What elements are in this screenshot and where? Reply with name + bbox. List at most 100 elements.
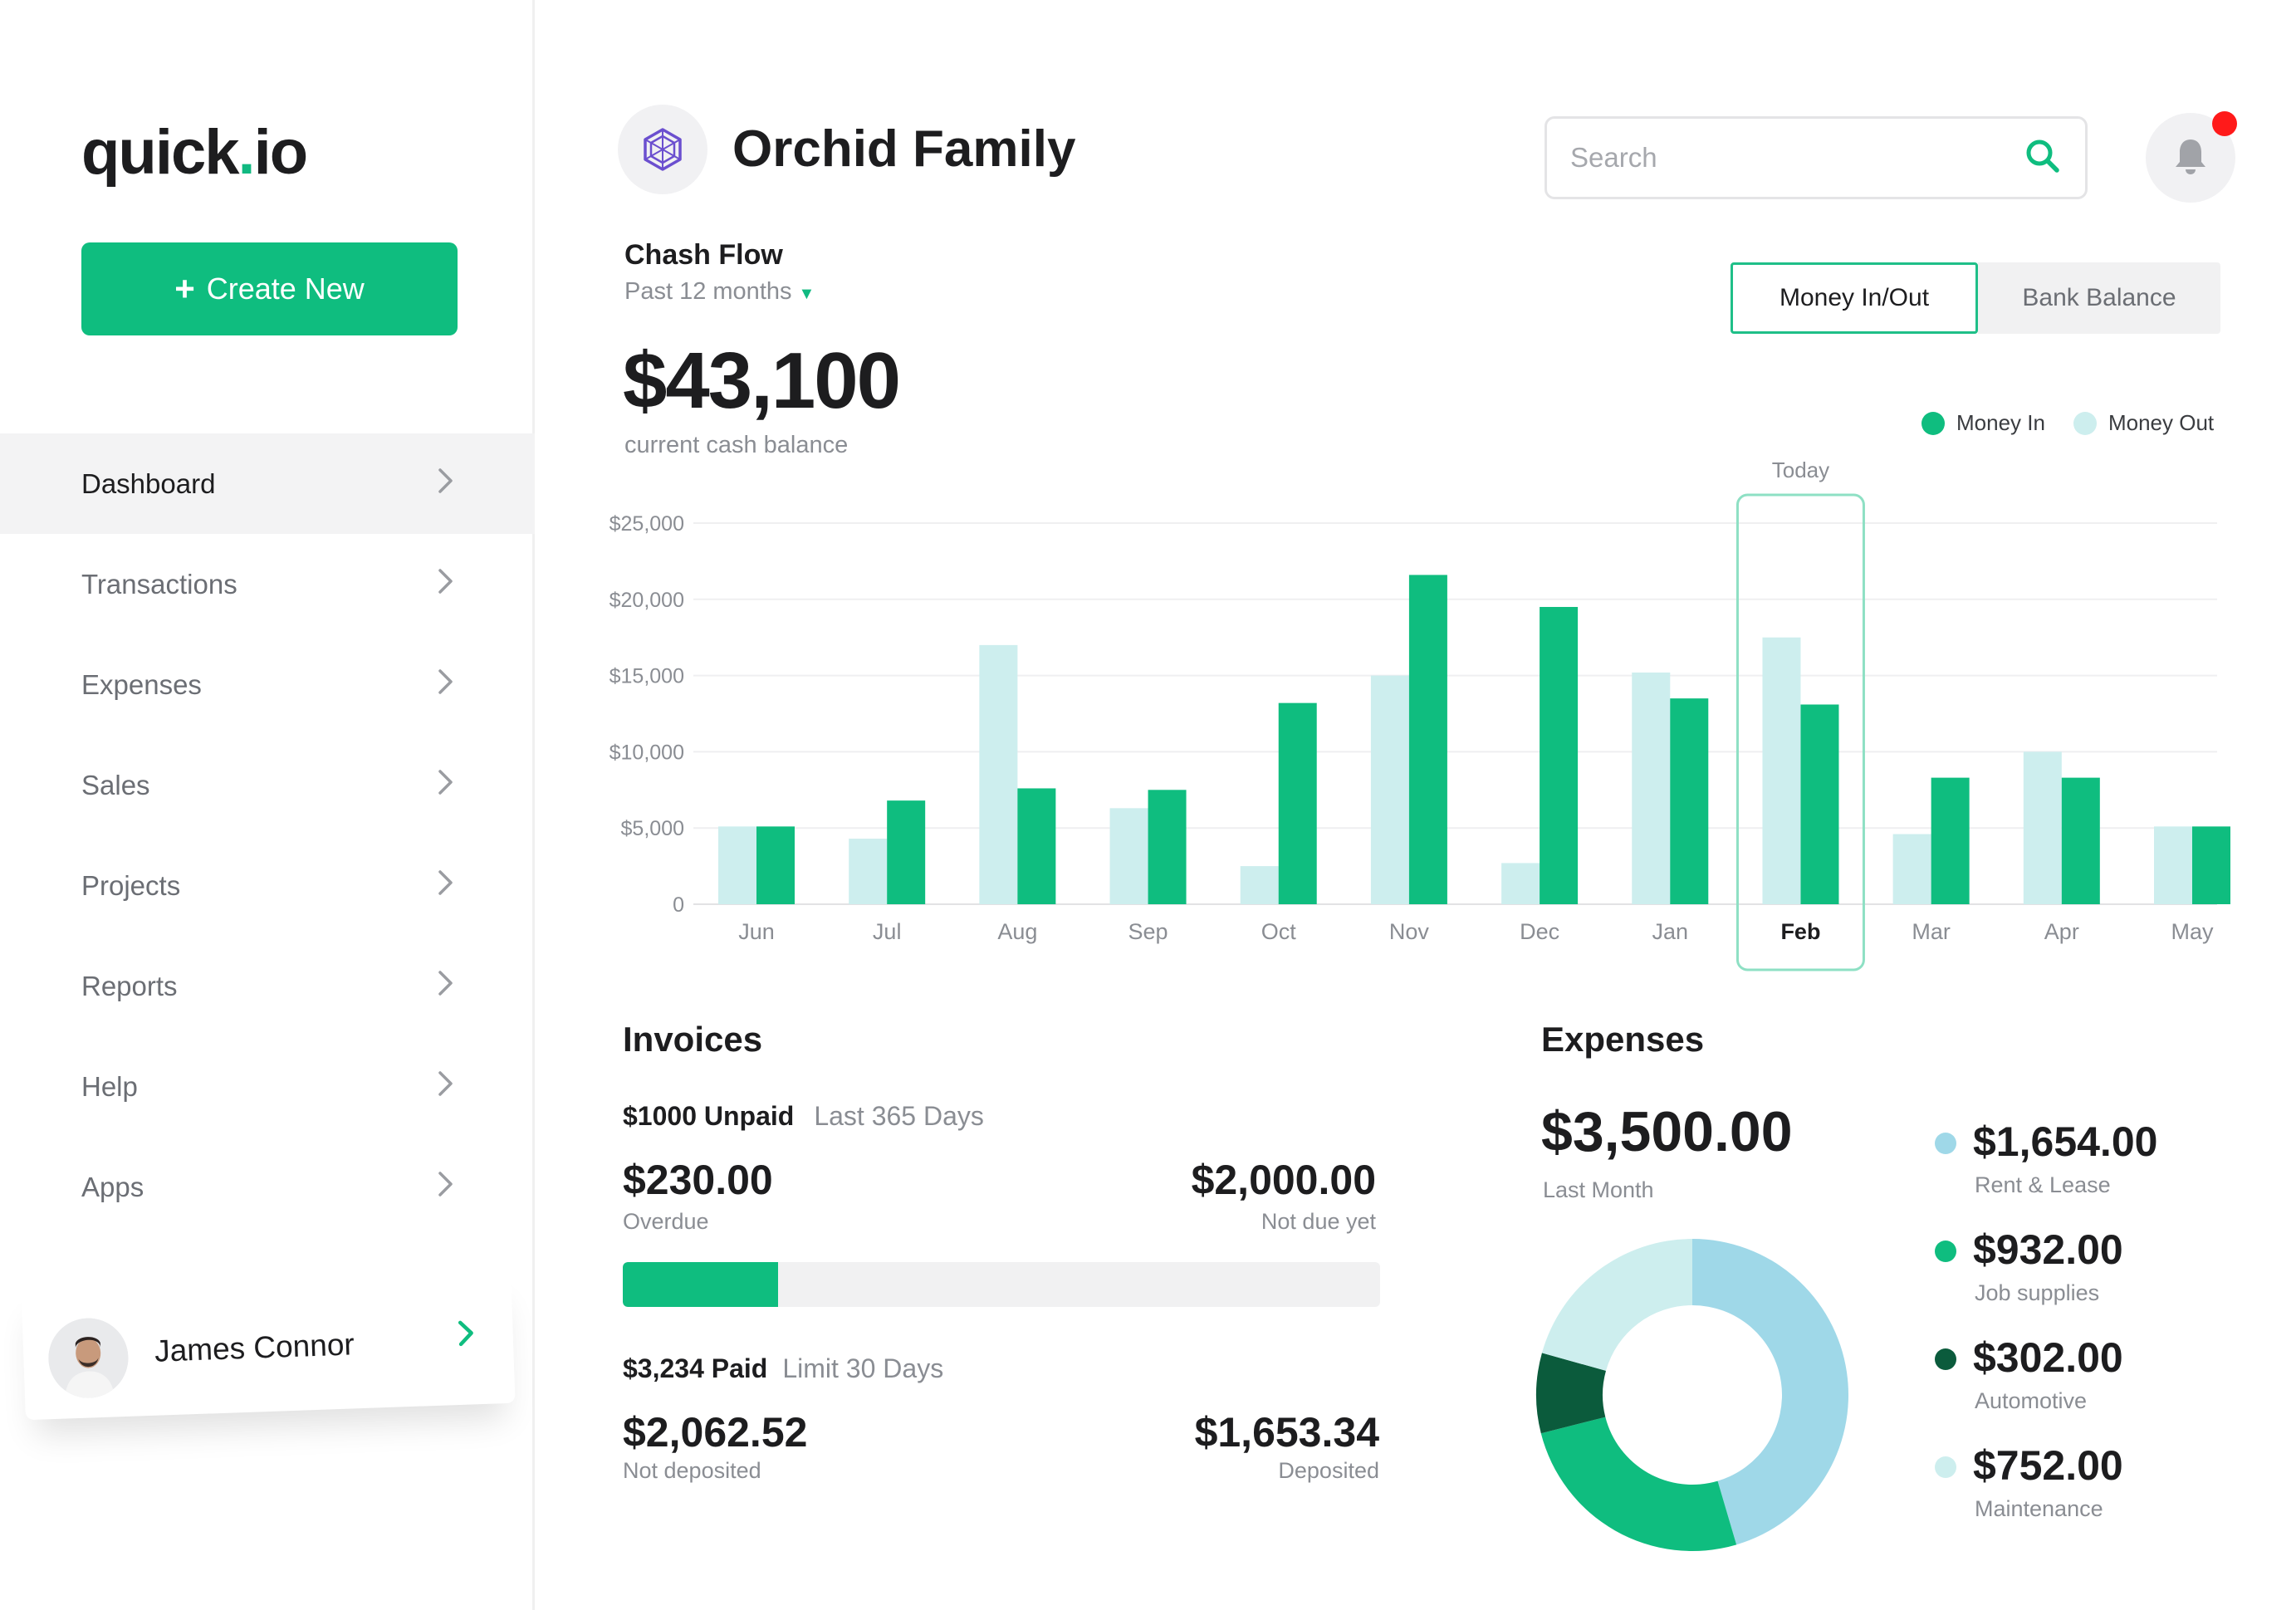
- sidebar-item-projects[interactable]: Projects: [0, 835, 535, 936]
- page-title: Orchid Family: [732, 120, 1076, 178]
- x-tick-label: Jun: [738, 919, 775, 944]
- legend-dot: [1935, 1241, 1956, 1262]
- sidebar-item-transactions[interactable]: Transactions: [0, 534, 535, 634]
- deposited-label: Deposited: [1278, 1458, 1379, 1483]
- bar-money-out: [979, 644, 1018, 904]
- legend-dot: [1935, 1133, 1956, 1154]
- overdue-amount: $230.00: [623, 1157, 773, 1203]
- sidebar-item-reports[interactable]: Reports: [0, 936, 535, 1036]
- not-due-amount: $2,000.00: [1191, 1157, 1376, 1203]
- period-dropdown[interactable]: Past 12 months ▼: [624, 278, 815, 306]
- create-new-button[interactable]: + Create New: [81, 242, 458, 335]
- bar-money-in: [887, 800, 926, 904]
- sidebar-item-label: Dashboard: [81, 467, 216, 499]
- bell-icon: [2172, 136, 2209, 180]
- legend-dot: [1935, 1348, 1956, 1370]
- x-tick-label: Apr: [2044, 919, 2079, 944]
- not-deposited-amount: $2,062.52: [623, 1409, 808, 1456]
- sidebar-item-label: Transactions: [81, 568, 237, 599]
- progress-fill: [623, 1262, 778, 1307]
- sidebar-nav: Dashboard Transactions Expenses Sales Pr…: [0, 433, 535, 1237]
- chart-legend: Money In Money Out: [1921, 410, 2214, 436]
- toggle-money-in-out[interactable]: Money In/Out: [1731, 262, 1978, 334]
- chevron-right-icon: [437, 869, 455, 903]
- bar-money-out: [1370, 675, 1409, 904]
- bar-money-out: [849, 839, 888, 904]
- legend-dot: [1935, 1456, 1956, 1478]
- x-tick-label: Aug: [997, 919, 1037, 944]
- legend-money-in: Money In: [1921, 410, 2045, 436]
- expenses-title: Expenses: [1541, 1020, 1705, 1059]
- chevron-right-icon: [437, 1069, 455, 1104]
- bar-money-in: [2192, 826, 2230, 904]
- search-icon[interactable]: [2024, 137, 2062, 179]
- paid-summary: $3,234 Paid Limit 30 Days: [623, 1353, 944, 1383]
- bar-money-in: [756, 826, 795, 904]
- sidebar-item-help[interactable]: Help: [0, 1036, 535, 1137]
- user-name: James Connor: [154, 1327, 355, 1368]
- bar-money-in: [1670, 698, 1709, 904]
- unpaid-summary: $1000 Unpaid Last 365 Days: [623, 1101, 984, 1131]
- sidebar-item-apps[interactable]: Apps: [0, 1137, 535, 1237]
- bar-money-out: [1892, 834, 1931, 904]
- sidebar-item-sales[interactable]: Sales: [0, 735, 535, 835]
- overdue-progress-bar: [623, 1262, 1380, 1307]
- bar-money-in: [1148, 790, 1187, 904]
- cashflow-title: Chash Flow: [624, 239, 783, 271]
- x-tick-label: Oct: [1261, 919, 1297, 944]
- chevron-right-icon: [437, 668, 455, 702]
- sidebar-item-label: Apps: [81, 1171, 144, 1202]
- expenses-total: $3,500.00: [1541, 1100, 1793, 1163]
- chevron-right-icon: [437, 1170, 455, 1205]
- chart-mode-toggle: Money In/Out Bank Balance: [1731, 262, 2220, 334]
- bar-money-out: [1762, 637, 1801, 904]
- bar-money-out: [718, 826, 756, 904]
- create-new-label: Create New: [206, 272, 365, 306]
- toggle-bank-balance[interactable]: Bank Balance: [1978, 262, 2220, 334]
- bar-money-in: [1931, 777, 1970, 904]
- bar-money-out: [1240, 866, 1279, 904]
- deposited-amount: $1,653.34: [1194, 1409, 1379, 1456]
- bar-money-out: [2023, 751, 2062, 904]
- expenses-caption: Last Month: [1543, 1177, 1654, 1202]
- cash-balance-amount: $43,100: [623, 336, 901, 425]
- user-card[interactable]: James Connor: [21, 1270, 516, 1421]
- notification-badge: [2212, 111, 2237, 136]
- app-logo[interactable]: quick.io: [81, 116, 308, 188]
- chevron-right-icon: [437, 768, 455, 803]
- bar-money-in: [1800, 704, 1839, 904]
- donut-slice: [1540, 1417, 1737, 1551]
- chevron-right-icon: [437, 467, 455, 502]
- x-tick-label: Dec: [1520, 919, 1559, 944]
- sidebar-item-label: Sales: [81, 769, 150, 800]
- org-logo-icon: [618, 105, 707, 194]
- sidebar-item-dashboard[interactable]: Dashboard: [0, 433, 535, 534]
- search-box: [1545, 116, 2088, 199]
- bar-money-in: [1278, 702, 1317, 904]
- not-deposited-label: Not deposited: [623, 1458, 761, 1483]
- legend-money-out: Money Out: [2073, 410, 2214, 436]
- sidebar-item-expenses[interactable]: Expenses: [0, 634, 535, 735]
- x-tick-label: Jul: [873, 919, 902, 944]
- search-input[interactable]: [1570, 142, 2024, 174]
- sidebar-item-label: Projects: [81, 869, 181, 901]
- today-label: Today: [1772, 458, 1829, 482]
- bar-money-out: [1109, 808, 1148, 904]
- bar-money-out: [2154, 826, 2192, 904]
- bar-money-in: [1408, 575, 1447, 904]
- bar-money-in: [1017, 788, 1056, 904]
- cashflow-chart: 0 $5,000 $10,000 $15,000 $20,000 $25,000 Today…: [609, 458, 2230, 971]
- app-window: quick.io + Create New Dashboard Transact…: [0, 0, 2296, 1610]
- chevron-right-icon[interactable]: [456, 1318, 477, 1353]
- x-tick-label: Sep: [1128, 919, 1168, 944]
- y-tick-label: $10,000: [609, 741, 684, 764]
- bar-money-in: [2061, 777, 2100, 904]
- x-tick-label: Nov: [1389, 919, 1430, 944]
- bar-money-out: [1501, 863, 1540, 904]
- chevron-right-icon: [437, 969, 455, 1004]
- sidebar: quick.io + Create New Dashboard Transact…: [0, 0, 535, 1610]
- overdue-label: Overdue: [623, 1209, 709, 1234]
- expenses-donut-chart: [1536, 1239, 1848, 1551]
- y-tick-label: $20,000: [609, 589, 684, 612]
- x-tick-label: Feb: [1780, 919, 1820, 944]
